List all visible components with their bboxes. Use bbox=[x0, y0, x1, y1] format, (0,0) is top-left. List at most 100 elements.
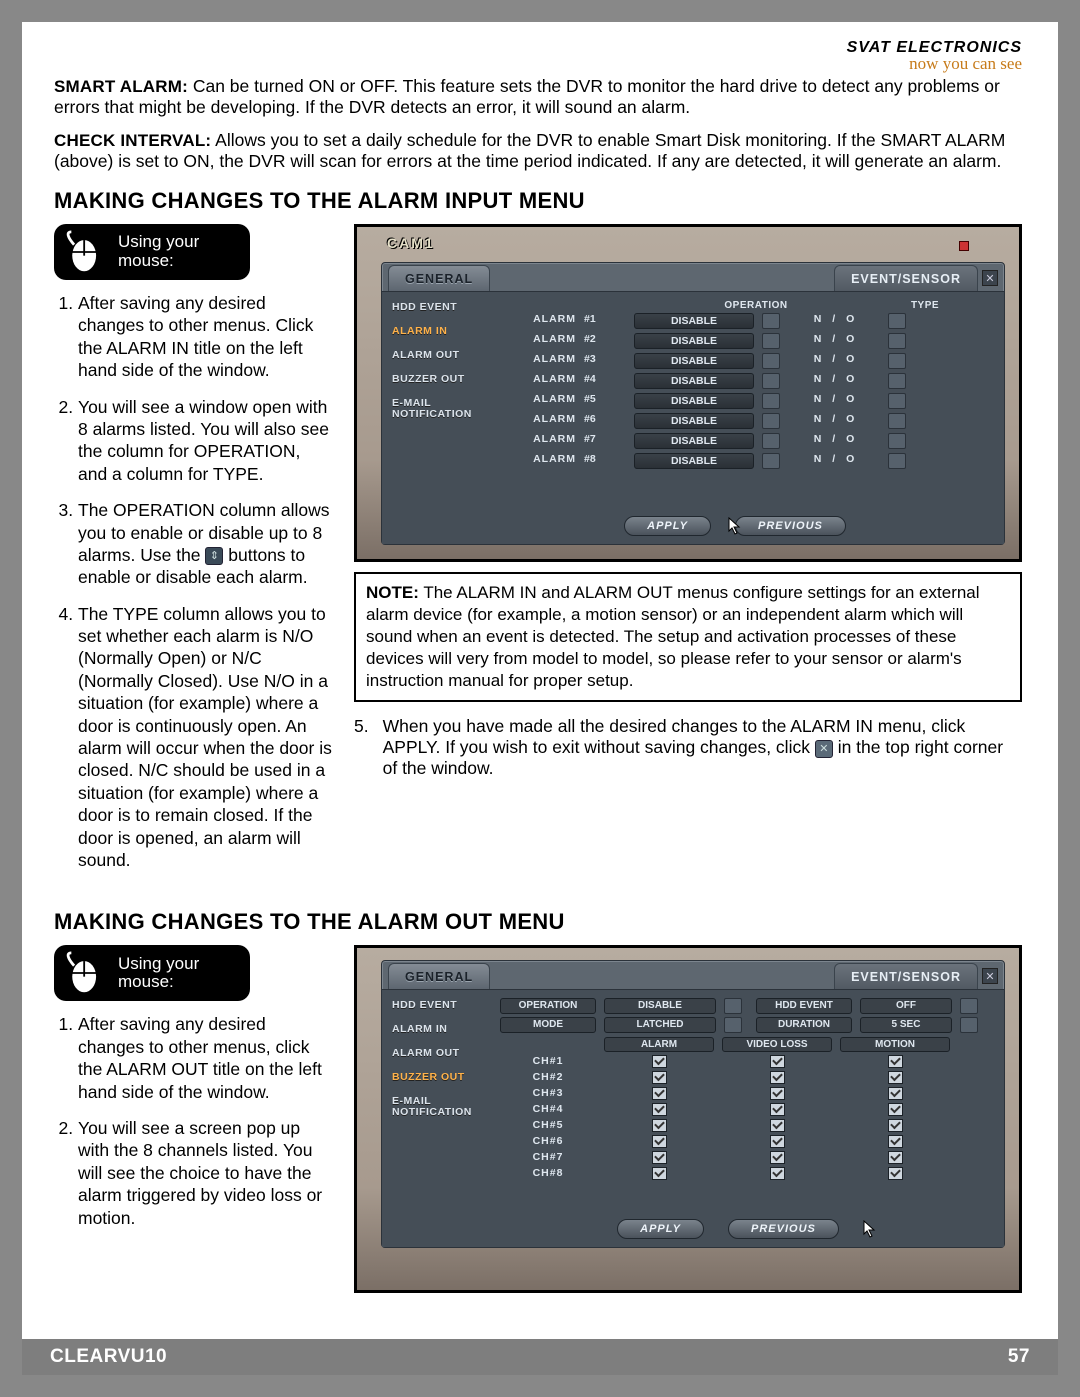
type-value[interactable]: N / O bbox=[792, 453, 880, 469]
alarm-out-table: CH#1CH#2CH#3CH#4CH#5CH#6CH#7CH#8 bbox=[500, 1055, 994, 1180]
stepper-icon[interactable] bbox=[762, 433, 780, 449]
brand-tagline: now you can see bbox=[847, 55, 1022, 72]
close-icon[interactable]: ✕ bbox=[982, 270, 998, 286]
type-value[interactable]: N / O bbox=[792, 313, 880, 329]
motion-checkbox[interactable] bbox=[840, 1103, 950, 1116]
tab-event-sensor[interactable]: EVENT/SENSOR bbox=[834, 963, 978, 989]
alarm-out-steps: After saving any desired changes to othe… bbox=[54, 1013, 334, 1229]
close-icon: ✕ bbox=[815, 740, 833, 758]
operation-value[interactable]: DISABLE bbox=[634, 313, 754, 329]
stepper-icon[interactable] bbox=[888, 453, 906, 469]
videoloss-checkbox[interactable] bbox=[722, 1103, 832, 1116]
stepper-icon[interactable] bbox=[888, 353, 906, 369]
stepper-icon[interactable] bbox=[888, 393, 906, 409]
alarm-checkbox[interactable] bbox=[604, 1055, 714, 1068]
motion-checkbox[interactable] bbox=[840, 1167, 950, 1180]
stepper-icon[interactable] bbox=[762, 373, 780, 389]
tab-general[interactable]: GENERAL bbox=[388, 963, 490, 989]
type-value[interactable]: N / O bbox=[792, 393, 880, 409]
stepper-icon[interactable] bbox=[888, 413, 906, 429]
op-value[interactable]: DISABLE bbox=[604, 998, 716, 1014]
operation-value[interactable]: DISABLE bbox=[634, 453, 754, 469]
videoloss-checkbox[interactable] bbox=[722, 1167, 832, 1180]
videoloss-checkbox[interactable] bbox=[722, 1119, 832, 1132]
type-value[interactable]: N / O bbox=[792, 353, 880, 369]
close-icon[interactable]: ✕ bbox=[982, 968, 998, 984]
sidebar-item-hdd[interactable]: HDD EVENT bbox=[392, 1000, 500, 1011]
content: SMART ALARM: Can be turned ON or OFF. Th… bbox=[54, 76, 1022, 1293]
stepper-icon[interactable] bbox=[762, 393, 780, 409]
videoloss-checkbox[interactable] bbox=[722, 1151, 832, 1164]
sidebar-item-buzzer[interactable]: BUZZER OUT bbox=[392, 1072, 500, 1083]
stepper-icon[interactable] bbox=[762, 313, 780, 329]
stepper-icon[interactable] bbox=[888, 373, 906, 389]
mouse-badge-line1: Using your bbox=[118, 232, 199, 251]
alarm-checkbox[interactable] bbox=[604, 1071, 714, 1084]
sidebar-item-email[interactable]: E-MAIL NOTIFICATION bbox=[392, 1096, 500, 1118]
dvr-main: OPERATION DISABLE HDD EVENT OFF MODE L bbox=[500, 990, 1004, 1247]
sidebar-item-alarm-out[interactable]: ALARM OUT bbox=[392, 1048, 500, 1059]
stepper-icon[interactable] bbox=[888, 433, 906, 449]
motion-checkbox[interactable] bbox=[840, 1071, 950, 1084]
operation-value[interactable]: DISABLE bbox=[634, 353, 754, 369]
sidebar-item-email[interactable]: E-MAIL NOTIFICATION bbox=[392, 398, 476, 420]
type-value[interactable]: N / O bbox=[792, 413, 880, 429]
dvr-tabs: GENERAL EVENT/SENSOR ✕ bbox=[382, 961, 1004, 989]
alarm-checkbox[interactable] bbox=[604, 1087, 714, 1100]
alarm-checkbox[interactable] bbox=[604, 1167, 714, 1180]
sidebar-item-alarm-out[interactable]: ALARM OUT bbox=[392, 350, 476, 361]
row-label: ALARM bbox=[476, 353, 576, 369]
previous-button[interactable]: PREVIOUS bbox=[735, 516, 846, 536]
operation-value[interactable]: DISABLE bbox=[634, 373, 754, 389]
dur-value[interactable]: 5 SEC bbox=[860, 1017, 952, 1033]
alarm-checkbox[interactable] bbox=[604, 1135, 714, 1148]
mouse-badge: Using your mouse: bbox=[54, 945, 250, 1001]
motion-checkbox[interactable] bbox=[840, 1135, 950, 1148]
motion-checkbox[interactable] bbox=[840, 1055, 950, 1068]
row-num: #3 bbox=[584, 353, 626, 369]
stepper-icon[interactable] bbox=[762, 413, 780, 429]
stepper-icon[interactable] bbox=[762, 453, 780, 469]
stepper-icon[interactable] bbox=[960, 998, 978, 1014]
videoloss-checkbox[interactable] bbox=[722, 1055, 832, 1068]
sidebar-item-alarm-in[interactable]: ALARM IN bbox=[392, 326, 476, 337]
tab-general[interactable]: GENERAL bbox=[388, 265, 490, 291]
mode-value[interactable]: LATCHED bbox=[604, 1017, 716, 1033]
footer-page: 57 bbox=[1008, 1346, 1030, 1368]
hdd-value[interactable]: OFF bbox=[860, 998, 952, 1014]
type-value[interactable]: N / O bbox=[792, 433, 880, 449]
alarm-checkbox[interactable] bbox=[604, 1151, 714, 1164]
alarm-checkbox[interactable] bbox=[604, 1103, 714, 1116]
step5-row: 5. When you have made all the desired ch… bbox=[354, 716, 1022, 779]
operation-value[interactable]: DISABLE bbox=[634, 393, 754, 409]
videoloss-checkbox[interactable] bbox=[722, 1087, 832, 1100]
stepper-icon[interactable] bbox=[960, 1017, 978, 1033]
operation-value[interactable]: DISABLE bbox=[634, 433, 754, 449]
alarm-checkbox[interactable] bbox=[604, 1119, 714, 1132]
apply-button[interactable]: APPLY bbox=[624, 516, 711, 536]
stepper-icon[interactable] bbox=[724, 1017, 742, 1033]
sidebar-item-buzzer[interactable]: BUZZER OUT bbox=[392, 374, 476, 385]
type-value[interactable]: N / O bbox=[792, 333, 880, 349]
type-value[interactable]: N / O bbox=[792, 373, 880, 389]
tab-event-sensor[interactable]: EVENT/SENSOR bbox=[834, 265, 978, 291]
motion-checkbox[interactable] bbox=[840, 1151, 950, 1164]
motion-checkbox[interactable] bbox=[840, 1119, 950, 1132]
stepper-icon[interactable] bbox=[888, 333, 906, 349]
dvr-main: OPERATION TYPE ALARM#1DISABLEN / OALARM#… bbox=[476, 292, 1004, 544]
mouse-badge-line2: mouse: bbox=[118, 972, 174, 991]
operation-value[interactable]: DISABLE bbox=[634, 333, 754, 349]
motion-checkbox[interactable] bbox=[840, 1087, 950, 1100]
sidebar-item-hdd[interactable]: HDD EVENT bbox=[392, 302, 476, 313]
dvr-buttons: APPLY PREVIOUS bbox=[500, 1219, 994, 1239]
videoloss-checkbox[interactable] bbox=[722, 1135, 832, 1148]
stepper-icon[interactable] bbox=[762, 333, 780, 349]
previous-button[interactable]: PREVIOUS bbox=[728, 1219, 839, 1239]
stepper-icon[interactable] bbox=[762, 353, 780, 369]
operation-value[interactable]: DISABLE bbox=[634, 413, 754, 429]
stepper-icon[interactable] bbox=[724, 998, 742, 1014]
sidebar-item-alarm-in[interactable]: ALARM IN bbox=[392, 1024, 500, 1035]
stepper-icon[interactable] bbox=[888, 313, 906, 329]
apply-button[interactable]: APPLY bbox=[617, 1219, 704, 1239]
videoloss-checkbox[interactable] bbox=[722, 1071, 832, 1084]
